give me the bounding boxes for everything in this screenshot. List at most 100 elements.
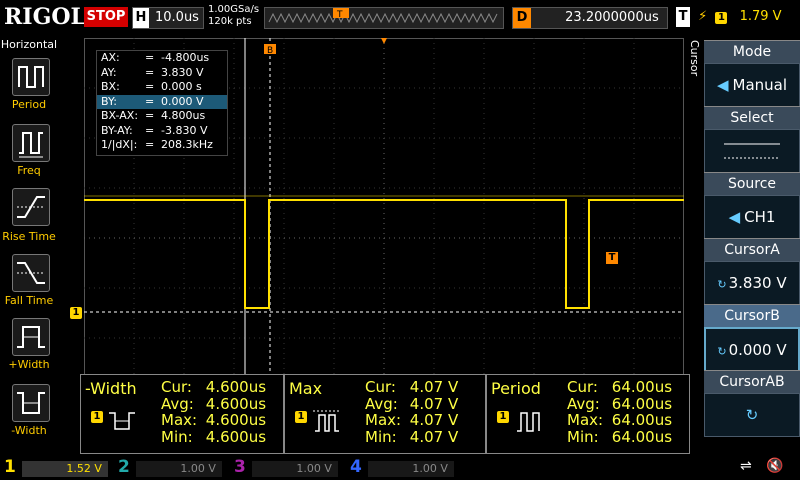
top-status-bar: RIGOL STOP H 10.0us 1.00GSa/s 120k pts T … bbox=[0, 0, 800, 36]
menu-title-vertical: Cursor bbox=[688, 40, 701, 77]
freq-label: Freq bbox=[17, 164, 41, 177]
trigger-level-badge[interactable]: T bbox=[606, 252, 618, 264]
rise-time-button[interactable] bbox=[12, 188, 50, 226]
cursor-readout-panel: AX: = -4.800us AY: = 3.830 V BX: = 0.000 s BY:… bbox=[96, 50, 228, 156]
ch1-offset-marker[interactable]: 1 bbox=[70, 307, 82, 319]
memory-waveform-icon: T bbox=[268, 8, 498, 24]
period-label: Period bbox=[11, 98, 47, 111]
acquisition-info: 1.00GSa/s 120k pts bbox=[208, 4, 259, 28]
knob-icon: ↻ bbox=[717, 345, 727, 358]
ch3-status[interactable]: 3 1.00 V bbox=[234, 456, 338, 478]
ch4-status[interactable]: 4 1.00 V bbox=[350, 456, 454, 478]
neg-width-icon bbox=[109, 412, 135, 430]
max-icon bbox=[313, 410, 341, 432]
fall-time-icon bbox=[17, 262, 45, 284]
measurement-channel: 1 bbox=[295, 411, 307, 423]
cursor-a-value-box: ↻ 3.830 V bbox=[704, 261, 800, 305]
select-arrow-icon: ◀ bbox=[716, 76, 729, 94]
mode-value-box: ◀ Manual bbox=[704, 63, 800, 107]
measurement-channel: 1 bbox=[497, 411, 509, 423]
measurement-title: Period bbox=[491, 379, 541, 398]
period-button[interactable] bbox=[12, 58, 50, 96]
delay-label: D bbox=[513, 8, 531, 28]
ch4-scale: 1.00 V bbox=[367, 461, 454, 477]
horizontal-measure-panel: Horizontal Period Freq Rise Time Fall Ti… bbox=[0, 38, 58, 450]
rise-time-label: Rise Time bbox=[2, 230, 56, 243]
cursor-a-softkey[interactable]: CursorA ↻ 3.830 V bbox=[704, 238, 800, 305]
freq-button[interactable] bbox=[12, 124, 50, 162]
cursor-b-marker: B bbox=[267, 46, 273, 56]
cursor-b-title: CursorB bbox=[704, 304, 800, 327]
neg-width-label: -Width bbox=[11, 424, 47, 437]
ch3-scale: 1.00 V bbox=[251, 461, 338, 477]
delay-indicator[interactable]: D 23.2000000us bbox=[512, 7, 668, 29]
trigger-level: 1.79 V bbox=[739, 9, 782, 24]
cursor-b-softkey[interactable]: CursorB ↻ 0.000 V bbox=[704, 304, 800, 373]
usb-icon: ⇌ bbox=[740, 458, 752, 474]
period-icon bbox=[517, 412, 540, 432]
run-stop-status[interactable]: STOP bbox=[84, 7, 128, 27]
measurement-channel: 1 bbox=[91, 411, 103, 423]
source-softkey[interactable]: Source ◀ CH1 bbox=[704, 172, 800, 239]
rigol-logo: RIGOL bbox=[4, 4, 86, 30]
measurement-values: Cur: 4.600us Avg: 4.600us Max: 4.600us M… bbox=[161, 378, 267, 446]
cursor-b-value: 0.000 V bbox=[728, 341, 787, 359]
trigger-label: T bbox=[676, 7, 690, 27]
rising-edge-icon: ⚡ bbox=[698, 9, 708, 24]
cursor-ab-title: CursorAB bbox=[704, 370, 800, 393]
mode-title: Mode bbox=[704, 40, 800, 63]
select-softkey[interactable]: Select bbox=[704, 106, 800, 173]
pos-width-icon bbox=[17, 326, 45, 348]
ch2-scale: 1.00 V bbox=[135, 461, 222, 477]
cursor-a-value: 3.830 V bbox=[728, 274, 787, 292]
measurement-title: Max bbox=[289, 379, 323, 398]
measurement-period[interactable]: Period 1 Cur: 64.00us Avg: 64.00us Max: … bbox=[486, 374, 690, 454]
cursor-select-icon bbox=[724, 143, 780, 159]
measurement-neg-width[interactable]: -Width 1 Cur: 4.600us Avg: 4.600us Max: … bbox=[80, 374, 284, 454]
cursor-ab-value-box: ↻ bbox=[704, 393, 800, 437]
speaker-mute-icon[interactable]: 🔇 bbox=[766, 458, 783, 474]
source-title: Source bbox=[704, 172, 800, 195]
neg-width-button[interactable] bbox=[12, 384, 50, 422]
rise-time-icon bbox=[17, 196, 45, 218]
trigger-position-marker bbox=[381, 38, 387, 44]
mode-softkey[interactable]: Mode ◀ Manual bbox=[704, 40, 800, 107]
pos-width-button[interactable] bbox=[12, 318, 50, 356]
trigger-indicator[interactable]: T ⚡ 1 1.79 V bbox=[676, 7, 796, 27]
fall-time-button[interactable] bbox=[12, 254, 50, 292]
timebase-label: H bbox=[133, 8, 149, 28]
measurement-values: Cur: 64.00us Avg: 64.00us Max: 64.00us M… bbox=[567, 378, 673, 446]
fall-time-label: Fall Time bbox=[4, 294, 54, 307]
source-value: CH1 bbox=[744, 208, 776, 226]
measurement-title: -Width bbox=[85, 379, 137, 398]
ch1-status[interactable]: 1 1.52 V bbox=[4, 456, 108, 478]
freq-icon bbox=[19, 132, 43, 158]
timebase-value: 10.0us bbox=[155, 10, 199, 25]
timebase-indicator[interactable]: H 10.0us bbox=[132, 7, 204, 29]
panel-title: Horizontal bbox=[0, 38, 58, 51]
measurement-max[interactable]: Max 1 Cur: 4.07 V Avg: 4.07 V Max: 4.07 … bbox=[284, 374, 486, 454]
selected-readout-row: BY: = 0.000 V bbox=[97, 94, 227, 109]
source-value-box: ◀ CH1 bbox=[704, 195, 800, 239]
memory-position-bar[interactable]: T bbox=[264, 7, 504, 29]
memory-depth: 120k pts bbox=[208, 16, 252, 27]
trigger-channel: 1 bbox=[715, 12, 728, 24]
select-title: Select bbox=[704, 106, 800, 129]
cursor-ab-softkey[interactable]: CursorAB ↻ bbox=[704, 370, 800, 437]
channel-status-bar: 1 1.52 V 2 1.00 V 3 1.00 V 4 1.00 V ⇌ 🔇 bbox=[0, 454, 800, 480]
select-value-box bbox=[704, 129, 800, 173]
knob-icon: ↻ bbox=[717, 278, 727, 291]
mode-value: Manual bbox=[732, 76, 788, 94]
select-arrow-icon: ◀ bbox=[728, 208, 741, 226]
ch2-status[interactable]: 2 1.00 V bbox=[118, 456, 222, 478]
cursor-menu: Mode ◀ Manual Select Source ◀ CH1 CursorA … bbox=[704, 40, 800, 450]
measurement-values: Cur: 4.07 V Avg: 4.07 V Max: 4.07 V Min:… bbox=[365, 378, 459, 446]
period-icon bbox=[18, 66, 44, 88]
pos-width-label: +Width bbox=[8, 358, 50, 371]
sample-rate: 1.00GSa/s bbox=[208, 4, 260, 15]
delay-value: 23.2000000us bbox=[565, 10, 659, 25]
cursor-a-title: CursorA bbox=[704, 238, 800, 261]
knob-icon: ↻ bbox=[745, 406, 759, 424]
neg-width-icon bbox=[17, 392, 45, 414]
trigger-pos-marker: T bbox=[336, 10, 343, 20]
